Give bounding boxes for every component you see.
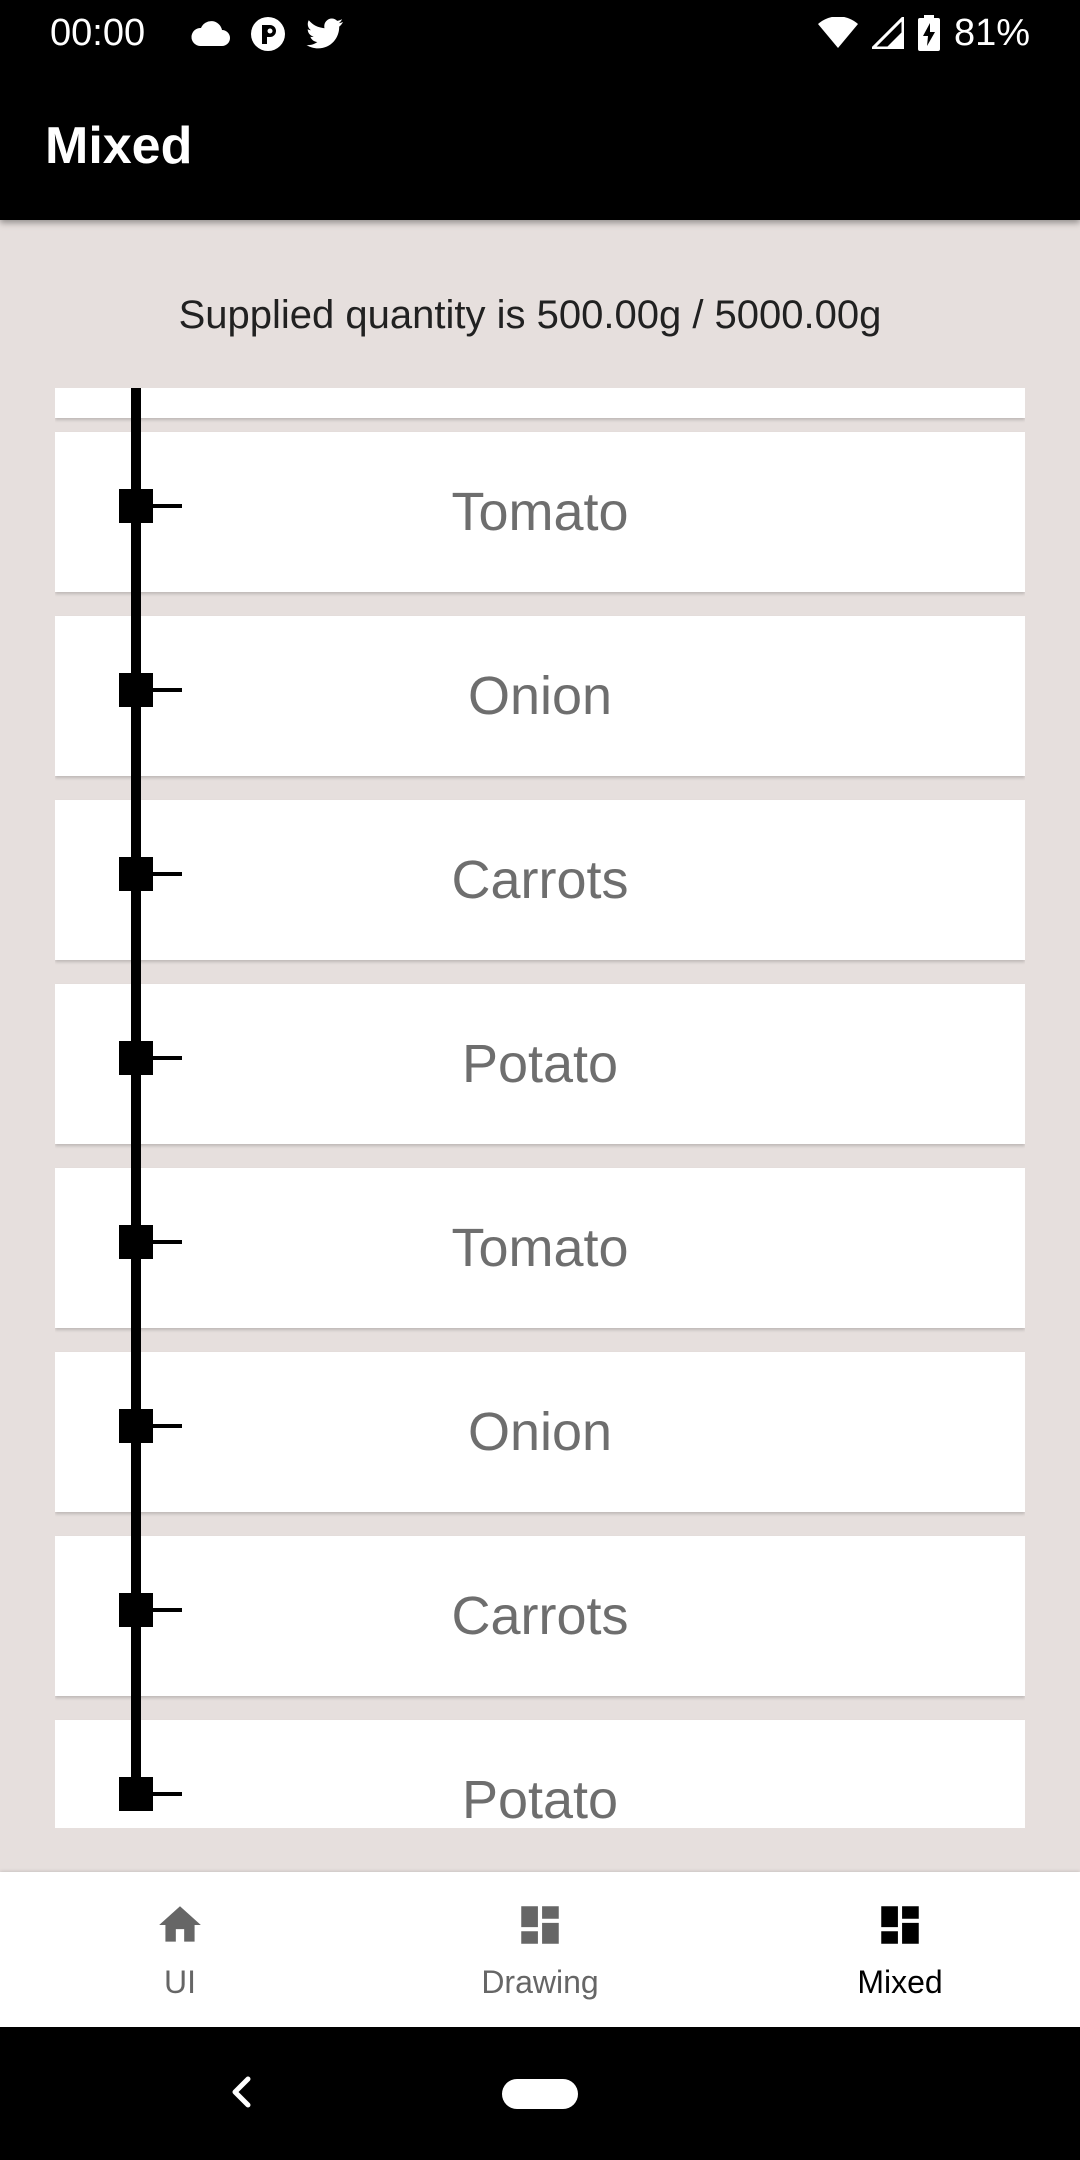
- status-bar: 00:00 81%: [0, 0, 1080, 66]
- timeline-marker: [119, 673, 153, 707]
- dashboard-icon: [881, 1906, 919, 1944]
- timeline-marker: [119, 857, 153, 891]
- list-item[interactable]: Tomato: [55, 1168, 1025, 1328]
- home-button[interactable]: [502, 2079, 578, 2109]
- timeline-marker: [119, 1041, 153, 1075]
- timeline-marker: [119, 1777, 153, 1811]
- list-item[interactable]: Potato: [55, 1720, 1025, 1828]
- nav-label-drawing: Drawing: [481, 1964, 599, 2000]
- battery-charging-icon: [917, 15, 940, 51]
- timeline-tick: [150, 1608, 182, 1612]
- app-bar: Mixed: [0, 66, 1080, 220]
- list-item[interactable]: Onion: [55, 616, 1025, 776]
- twitter-icon: [306, 18, 343, 49]
- list-item-label: Carrots: [451, 1586, 629, 1646]
- list-item-label: [55, 388, 1025, 418]
- timeline-tick: [150, 1056, 182, 1060]
- list-item-label: Onion: [467, 1402, 613, 1462]
- wifi-icon: [817, 17, 858, 48]
- timeline-tick: [150, 504, 182, 508]
- list-item-label: Potato: [461, 1770, 619, 1828]
- timeline-marker: [119, 489, 153, 523]
- status-time: 00:00: [50, 12, 146, 54]
- nav-item-mixed[interactable]: Mixed: [720, 1872, 1080, 2027]
- nav-item-ui[interactable]: UI: [0, 1872, 360, 2027]
- list-item-label: Tomato: [451, 1218, 629, 1278]
- list-item-label: Potato: [461, 1034, 619, 1094]
- list-item[interactable]: Carrots: [55, 800, 1025, 960]
- bottom-navigation: UI Drawing Mixed: [0, 1872, 1080, 2027]
- battery-percentage: 81%: [953, 12, 1030, 54]
- dashboard-icon: [521, 1906, 559, 1944]
- list-item-label: Carrots: [451, 850, 629, 910]
- nav-label-mixed: Mixed: [857, 1964, 943, 2000]
- app-notification-icon: [251, 17, 285, 51]
- cloud-icon: [191, 21, 230, 46]
- timeline-marker: [119, 1225, 153, 1259]
- back-chevron-icon[interactable]: [222, 2067, 262, 2117]
- timeline-tick: [150, 872, 182, 876]
- list-item[interactable]: Potato: [55, 984, 1025, 1144]
- nav-item-drawing[interactable]: Drawing: [360, 1872, 720, 2027]
- status-notification-icons: [190, 14, 344, 54]
- page-title: Mixed: [45, 117, 193, 175]
- timeline-tick: [150, 1424, 182, 1428]
- timeline-tick: [150, 1792, 182, 1796]
- timeline-marker: [119, 1409, 153, 1443]
- list-item-label: Tomato: [451, 482, 629, 542]
- status-system-icons: 81%: [817, 10, 1030, 56]
- timeline-tick: [150, 688, 182, 692]
- timeline-tick: [150, 1240, 182, 1244]
- home-icon: [159, 1906, 201, 1942]
- nav-label-ui: UI: [164, 1964, 196, 2000]
- supplied-quantity-text: Supplied quantity is 500.00g / 5000.00g: [178, 293, 882, 337]
- list-item[interactable]: Carrots: [55, 1536, 1025, 1696]
- list-item[interactable]: [55, 388, 1025, 418]
- main-content: Supplied quantity is 500.00g / 5000.00g …: [0, 220, 1080, 1872]
- list-item[interactable]: Tomato: [55, 432, 1025, 592]
- vegetable-list[interactable]: Tomato Onion Carrots Potato Tomato Onion…: [55, 388, 1025, 1828]
- cellular-signal-icon: [871, 17, 904, 49]
- list-item-label: Onion: [467, 666, 613, 726]
- timeline-marker: [119, 1593, 153, 1627]
- list-item[interactable]: Onion: [55, 1352, 1025, 1512]
- system-navigation-bar: [0, 2027, 1080, 2160]
